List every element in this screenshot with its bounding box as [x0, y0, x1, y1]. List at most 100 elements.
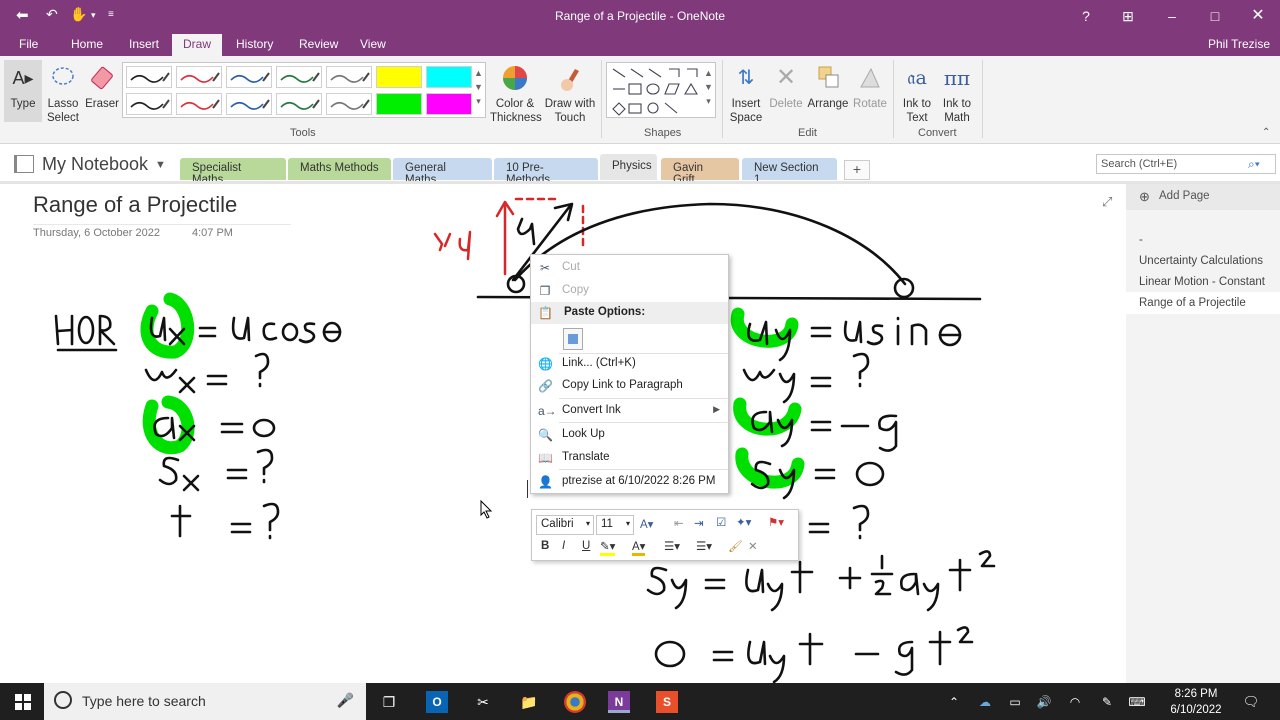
notifications-icon[interactable]: 🗨 [1240, 691, 1262, 713]
minimize-button[interactable]: – [1160, 4, 1184, 28]
task-view-icon[interactable]: ❐ [378, 691, 400, 713]
pen-swatch[interactable] [426, 93, 472, 115]
menu-item-link[interactable]: 🌐 Link... (Ctrl+K) [531, 353, 728, 375]
collapse-ribbon-icon[interactable]: ⌃ [1262, 126, 1270, 140]
pen-swatch[interactable] [426, 66, 472, 88]
screencast-icon[interactable]: S [656, 691, 678, 713]
section-tab[interactable]: General Maths [393, 158, 492, 186]
taskbar-search-input[interactable]: Type here to search 🎤 [44, 683, 366, 720]
pen-swatch[interactable] [126, 93, 172, 115]
pen-swatch[interactable] [126, 66, 172, 88]
pen-swatch[interactable] [376, 66, 422, 88]
lasso-select-button[interactable]: Lasso Select [44, 63, 82, 125]
highlight-icon[interactable]: ✎▾ [600, 539, 616, 556]
section-tab[interactable]: Physics [600, 154, 657, 180]
bold-button[interactable]: B [541, 540, 549, 552]
pen-swatch[interactable] [326, 66, 372, 88]
close-button[interactable]: ✕ [1246, 4, 1270, 28]
wifi-icon[interactable]: ◠ [1064, 691, 1086, 713]
paste-picture-button[interactable] [563, 328, 583, 350]
section-tab[interactable]: New Section 1 [742, 158, 837, 186]
tab-draw[interactable]: Draw [172, 34, 223, 56]
notebook-dropdown-icon[interactable]: ▼ [155, 159, 166, 171]
microphone-icon[interactable]: 🎤 [337, 692, 354, 709]
tab-home[interactable]: Home [71, 37, 103, 51]
format-painter-icon[interactable]: 🖌 [728, 539, 743, 553]
delete-button[interactable]: ✕ Delete [766, 63, 806, 111]
shapes-scroll-icon[interactable]: ▲ ▼ ▾ [704, 66, 713, 108]
increase-indent-icon[interactable]: ⇥ [694, 516, 704, 530]
menu-item-author[interactable]: 👤 ptrezise at 6/10/2022 8:26 PM [531, 471, 728, 493]
shapes-gallery[interactable] [606, 62, 716, 118]
tab-insert[interactable]: Insert [129, 37, 159, 51]
chrome-icon[interactable] [564, 691, 586, 713]
section-tab[interactable]: Maths Methods [288, 158, 391, 180]
tab-review[interactable]: Review [299, 37, 338, 51]
tag-styles-icon[interactable]: ✦▾ [736, 515, 751, 529]
maximize-button[interactable]: □ [1203, 4, 1227, 28]
section-tab[interactable]: 10 Pre-Methods [494, 158, 598, 186]
fullscreen-icon[interactable]: ⊞ [1116, 4, 1140, 28]
language-icon[interactable]: ⌨ [1126, 691, 1148, 713]
font-name-select[interactable]: Calibri ▾ [536, 515, 594, 535]
notebook-name[interactable]: My Notebook [42, 154, 148, 175]
flag-icon[interactable]: ⚑▾ [768, 515, 784, 529]
page-item-linear-motion[interactable]: Linear Motion - Constant [1139, 276, 1265, 288]
pen-swatch[interactable] [276, 66, 322, 88]
page-item-uncertainty[interactable]: Uncertainty Calculations [1139, 255, 1263, 267]
onedrive-icon[interactable]: ☁ [974, 691, 996, 713]
tab-file[interactable]: File [19, 37, 38, 51]
notebook-icon[interactable] [14, 155, 34, 173]
add-page-button[interactable]: ⊕ Add Page [1126, 184, 1280, 210]
onenote-icon[interactable]: N [608, 691, 630, 713]
battery-icon[interactable]: ▭ [1004, 691, 1026, 713]
tab-view[interactable]: View [360, 37, 386, 51]
font-size-select[interactable]: 11 ▾ [596, 515, 634, 535]
pen-swatch[interactable] [226, 66, 272, 88]
rotate-button[interactable]: Rotate [850, 63, 890, 111]
ink-to-math-button[interactable]: ππ Ink to Math [936, 63, 978, 125]
menu-item-copy[interactable]: ❐ Copy [531, 280, 728, 302]
menu-item-look-up[interactable]: 🔍 Look Up [531, 424, 728, 446]
search-icon[interactable]: ⌕▾ [1248, 157, 1260, 172]
arrange-button[interactable]: Arrange [806, 63, 850, 111]
help-button[interactable]: ? [1074, 4, 1098, 28]
windows-start-icon[interactable] [15, 694, 31, 710]
pen-swatch[interactable] [276, 93, 322, 115]
checkbox-tag-icon[interactable]: ☑ [716, 515, 726, 529]
menu-item-translate[interactable]: 📖 Translate [531, 447, 728, 469]
pen-swatch[interactable] [376, 93, 422, 115]
clear-formatting-icon[interactable]: ✕ [748, 539, 758, 553]
volume-icon[interactable]: 🔊 [1033, 691, 1055, 713]
menu-item-cut[interactable]: ✂ Cut [531, 257, 728, 279]
user-name[interactable]: Phil Trezise [1208, 37, 1270, 51]
underline-button[interactable]: U [582, 540, 590, 552]
decrease-indent-icon[interactable]: ⇤ [674, 516, 684, 530]
pen-swatch[interactable] [326, 93, 372, 115]
draw-touch-button[interactable]: Draw with Touch [544, 63, 596, 125]
ink-to-text-button[interactable]: 𝔞a Ink to Text [898, 63, 936, 125]
snip-icon[interactable]: ✂ [472, 691, 494, 713]
pen-swatch[interactable] [176, 66, 222, 88]
menu-item-convert-ink[interactable]: a→ Convert Ink ▶ [531, 400, 728, 422]
menu-item-copy-link[interactable]: 🔗 Copy Link to Paragraph [531, 375, 728, 397]
taskbar-clock[interactable]: 8:26 PM 6/10/2022 [1160, 686, 1232, 718]
page-item-dash[interactable]: - [1139, 234, 1143, 246]
file-explorer-icon[interactable]: 📁 [518, 691, 540, 713]
tab-history[interactable]: History [236, 37, 273, 51]
pen-gallery-scroll-icon[interactable]: ▲ ▼ ▾ [474, 66, 483, 108]
add-section-button[interactable]: + [844, 160, 870, 180]
section-tab[interactable]: Gavin Grift [661, 158, 739, 186]
font-color-icon[interactable]: A▾ [632, 539, 646, 556]
insert-space-button[interactable]: ⇅ Insert Space [726, 63, 766, 125]
eraser-button[interactable]: Eraser [84, 63, 120, 111]
italic-button[interactable]: I [562, 540, 565, 552]
page-item-range-projectile[interactable]: Range of a Projectile [1126, 292, 1280, 314]
color-thickness-button[interactable]: Color & Thickness [490, 63, 542, 125]
tray-expand-icon[interactable]: ⌃ [943, 691, 965, 713]
pen-workspace-icon[interactable]: ✎ [1096, 691, 1118, 713]
outlook-icon[interactable]: O [426, 691, 448, 713]
bullets-icon[interactable]: ☰▾ [664, 539, 680, 553]
type-button[interactable]: A▸ Type [4, 60, 42, 122]
section-tab[interactable]: Specialist Maths [180, 158, 286, 186]
